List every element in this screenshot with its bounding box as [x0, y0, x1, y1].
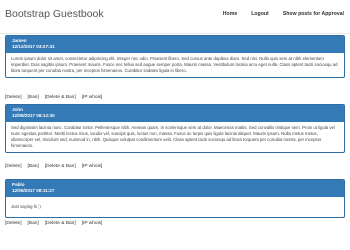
entry-body: Just saying hi :) [11, 204, 41, 209]
entry-date: 12/05/2017 08:11:27 [12, 188, 55, 193]
ip-whois-link[interactable]: [IP whois] [82, 164, 103, 169]
navbar: Bootstrap Guestbook Home Logout Show pos… [0, 0, 350, 34]
ban-link[interactable]: [Ban] [28, 221, 39, 226]
entry-body: Lorem ipsum dolor sit amet, consectetur … [11, 56, 338, 73]
guestbook-entry: John 12/08/2017 08:12:30 Sed dignissim l… [5, 104, 345, 169]
ip-whois-link[interactable]: [IP whois] [82, 221, 103, 226]
entry-panel: Jamen 12/12/2017 03:27:41 Lorem ipsum do… [5, 35, 345, 78]
ban-link[interactable]: [Ban] [28, 95, 39, 100]
nav-home-link[interactable]: Home [223, 11, 237, 17]
delete-link[interactable]: [Delete] [5, 95, 22, 100]
entry-date: 12/08/2017 08:12:30 [12, 113, 55, 118]
nav-links: Home Logout Show posts for Approval [223, 11, 344, 17]
delete-ban-link[interactable]: [Delete & Ban] [45, 95, 76, 100]
ip-whois-link[interactable]: [IP whois] [82, 95, 103, 100]
entry-header: Jamen 12/12/2017 03:27:41 [6, 36, 344, 53]
ban-link[interactable]: [Ban] [28, 164, 39, 169]
brand-title[interactable]: Bootstrap Guestbook [5, 8, 104, 20]
entry-panel: John 12/08/2017 08:12:30 Sed dignissim l… [5, 104, 345, 153]
delete-link[interactable]: [Delete] [5, 164, 22, 169]
delete-ban-link[interactable]: [Delete & Ban] [45, 164, 76, 169]
guestbook-entry: Jamen 12/12/2017 03:27:41 Lorem ipsum do… [5, 35, 345, 100]
guestbook-entry: Pablo 12/05/2017 08:11:27 Just saying hi… [5, 179, 345, 226]
entry-panel: Pablo 12/05/2017 08:11:27 Just saying hi… [5, 179, 345, 218]
delete-ban-link[interactable]: [Delete & Ban] [45, 221, 76, 226]
entry-actions: [Delete] [Ban] [Delete & Ban] [IP whois] [5, 95, 102, 100]
nav-approval-link[interactable]: Show posts for Approval [283, 11, 344, 17]
entry-actions: [Delete] [Ban] [Delete & Ban] [IP whois] [5, 221, 102, 226]
nav-logout-link[interactable]: Logout [251, 11, 269, 17]
entry-header: Pablo 12/05/2017 08:11:27 [6, 180, 344, 197]
entry-actions: [Delete] [Ban] [Delete & Ban] [IP whois] [5, 164, 102, 169]
delete-link[interactable]: [Delete] [5, 221, 22, 226]
entry-date: 12/12/2017 03:27:41 [12, 44, 55, 49]
entry-body: Sed dignissim lacinia nunc. Curabitur to… [11, 125, 335, 148]
entry-header: John 12/08/2017 08:12:30 [6, 105, 344, 122]
